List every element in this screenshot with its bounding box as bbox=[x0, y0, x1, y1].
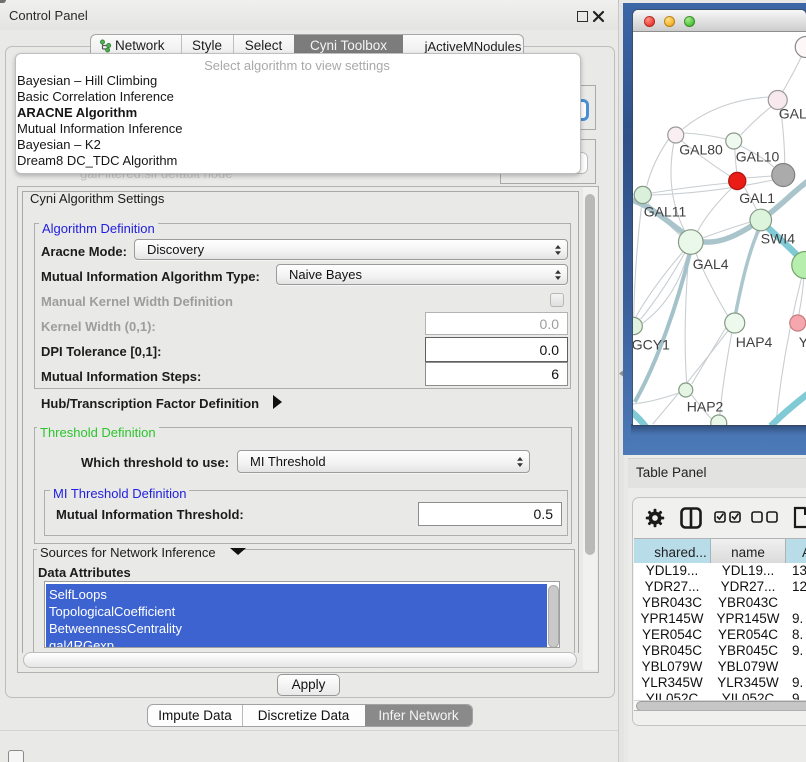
svg-text:GAL1: GAL1 bbox=[739, 190, 775, 206]
svg-text:GAL10: GAL10 bbox=[736, 149, 780, 165]
svg-text:GCY1: GCY1 bbox=[633, 337, 670, 353]
svg-text:GAL80: GAL80 bbox=[679, 142, 723, 158]
svg-text:GAL11: GAL11 bbox=[644, 204, 687, 220]
svg-text:Y: Y bbox=[799, 334, 806, 350]
svg-text:HAP2: HAP2 bbox=[687, 399, 724, 415]
svg-text:GAL4: GAL4 bbox=[693, 256, 729, 272]
svg-text:GAL2: GAL2 bbox=[779, 106, 806, 122]
svg-text:HAP4: HAP4 bbox=[736, 334, 773, 350]
svg-text:SWI4: SWI4 bbox=[761, 231, 795, 247]
